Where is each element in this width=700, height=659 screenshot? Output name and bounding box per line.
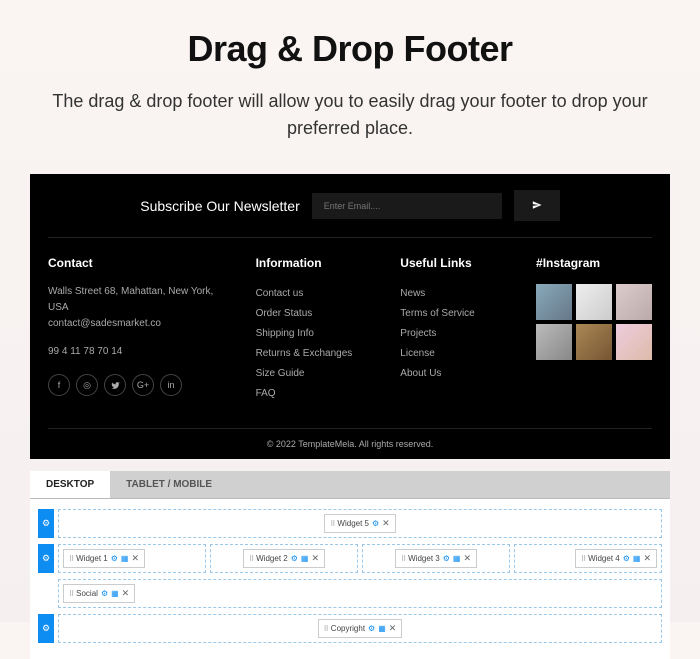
drag-handle-icon: ⠿ — [401, 555, 405, 563]
widget-chip[interactable]: ⠿Widget 5 ⚙ ✕ — [324, 514, 395, 533]
page-title: Drag & Drop Footer — [30, 28, 670, 70]
gear-icon: ⚙ — [42, 518, 50, 529]
gear-icon[interactable]: ⚙ — [623, 554, 630, 563]
drop-slot[interactable]: ⠿Widget 3 ⚙ ▦ ✕ — [362, 544, 510, 573]
tab-desktop[interactable]: DESKTOP — [30, 471, 110, 498]
newsletter-input[interactable] — [312, 193, 502, 219]
widget-chip[interactable]: ⠿Widget 1 ⚙ ▦ ✕ — [63, 549, 145, 568]
list-item[interactable]: Terms of Service — [400, 304, 508, 324]
copyright-text: © 2022 TemplateMela. All rights reserved… — [48, 428, 652, 459]
list-item[interactable]: Size Guide — [256, 364, 373, 384]
drag-handle-icon: ⠿ — [69, 555, 73, 563]
layout-icon[interactable]: ▦ — [121, 554, 129, 563]
drag-handle-icon: ⠿ — [324, 625, 328, 633]
footer-builder: DESKTOP TABLET / MOBILE ⚙ ⠿Widget 5 ⚙ ✕ … — [30, 471, 670, 659]
list-item[interactable]: Returns & Exchanges — [256, 344, 373, 364]
drop-slot[interactable]: ⠿Widget 1 ⚙ ▦ ✕ — [58, 544, 206, 573]
layout-icon[interactable]: ▦ — [378, 624, 386, 633]
close-icon[interactable]: ✕ — [643, 553, 651, 564]
drag-handle-icon: ⠿ — [581, 555, 585, 563]
instagram-thumb[interactable] — [616, 324, 652, 360]
layout-icon[interactable]: ▦ — [633, 554, 641, 563]
close-icon[interactable]: ✕ — [122, 588, 130, 599]
drag-handle-icon: ⠿ — [69, 590, 73, 598]
widget-chip[interactable]: ⠿Widget 4 ⚙ ▦ ✕ — [575, 549, 657, 568]
information-column: Information Contact us Order Status Ship… — [256, 256, 373, 404]
widget-chip[interactable]: ⠿Widget 3 ⚙ ▦ ✕ — [395, 549, 477, 568]
gear-icon[interactable]: ⚙ — [111, 554, 118, 563]
facebook-icon[interactable]: f — [48, 374, 70, 396]
google-plus-icon[interactable]: G+ — [132, 374, 154, 396]
close-icon[interactable]: ✕ — [131, 553, 139, 564]
contact-address: Walls Street 68, Mahattan, New York, USA — [48, 284, 228, 316]
gear-icon: ⚙ — [42, 553, 50, 564]
list-item[interactable]: Order Status — [256, 304, 373, 324]
gear-icon[interactable]: ⚙ — [291, 554, 298, 563]
drop-slot[interactable]: ⠿Social ⚙ ▦ ✕ — [58, 579, 662, 608]
widget-chip[interactable]: ⠿Widget 2 ⚙ ▦ ✕ — [243, 549, 325, 568]
tab-mobile[interactable]: TABLET / MOBILE — [110, 471, 228, 498]
instagram-thumb[interactable] — [616, 284, 652, 320]
newsletter-bar: Subscribe Our Newsletter — [48, 174, 652, 238]
list-item[interactable]: Contact us — [256, 284, 373, 304]
list-item[interactable]: License — [400, 344, 508, 364]
gear-icon[interactable]: ⚙ — [443, 554, 450, 563]
footer-preview: Subscribe Our Newsletter Contact Walls S… — [30, 174, 670, 459]
information-heading: Information — [256, 256, 373, 270]
list-item[interactable]: News — [400, 284, 508, 304]
row-settings-button[interactable]: ⚙ — [38, 509, 54, 538]
newsletter-submit[interactable] — [514, 190, 560, 221]
instagram-thumb[interactable] — [536, 324, 572, 360]
drop-slot[interactable]: ⠿Copyright ⚙ ▦ ✕ — [58, 614, 662, 643]
close-icon[interactable]: ✕ — [389, 623, 397, 634]
twitter-icon[interactable] — [104, 374, 126, 396]
list-item[interactable]: FAQ — [256, 384, 373, 404]
contact-heading: Contact — [48, 256, 228, 270]
row-settings-button[interactable]: ⚙ — [38, 614, 54, 643]
drop-slot[interactable]: ⠿Widget 2 ⚙ ▦ ✕ — [210, 544, 358, 573]
layout-icon[interactable]: ▦ — [301, 554, 309, 563]
gear-icon[interactable]: ⚙ — [372, 519, 379, 528]
gear-icon: ⚙ — [42, 623, 50, 634]
drop-slot[interactable]: ⠿Widget 5 ⚙ ✕ — [58, 509, 662, 538]
useful-column: Useful Links News Terms of Service Proje… — [400, 256, 508, 404]
drop-slot[interactable]: ⠿Widget 4 ⚙ ▦ ✕ — [514, 544, 662, 573]
close-icon[interactable]: ✕ — [463, 553, 471, 564]
contact-column: Contact Walls Street 68, Mahattan, New Y… — [48, 256, 228, 404]
contact-phone: 99 4 11 78 70 14 — [48, 344, 228, 360]
gear-icon[interactable]: ⚙ — [368, 624, 375, 633]
close-icon[interactable]: ✕ — [311, 553, 319, 564]
widget-chip[interactable]: ⠿Social ⚙ ▦ ✕ — [63, 584, 135, 603]
page-subtitle: The drag & drop footer will allow you to… — [30, 88, 670, 142]
instagram-thumb[interactable] — [576, 284, 612, 320]
row-settings-button[interactable]: ⚙ — [38, 544, 54, 573]
send-icon — [532, 198, 542, 213]
drag-handle-icon: ⠿ — [249, 555, 253, 563]
list-item[interactable]: Shipping Info — [256, 324, 373, 344]
instagram-heading: #Instagram — [536, 256, 652, 270]
list-item[interactable]: Projects — [400, 324, 508, 344]
drag-handle-icon: ⠿ — [330, 520, 334, 528]
instagram-thumb[interactable] — [536, 284, 572, 320]
instagram-column: #Instagram — [536, 256, 652, 404]
close-icon[interactable]: ✕ — [382, 518, 390, 529]
contact-email: contact@sadesmarket.co — [48, 316, 228, 332]
newsletter-label: Subscribe Our Newsletter — [140, 198, 300, 214]
linkedin-icon[interactable]: in — [160, 374, 182, 396]
instagram-icon[interactable]: ◎ — [76, 374, 98, 396]
gear-icon[interactable]: ⚙ — [101, 589, 108, 598]
useful-heading: Useful Links — [400, 256, 508, 270]
layout-icon[interactable]: ▦ — [111, 589, 119, 598]
layout-icon[interactable]: ▦ — [453, 554, 461, 563]
instagram-thumb[interactable] — [576, 324, 612, 360]
list-item[interactable]: About Us — [400, 364, 508, 384]
